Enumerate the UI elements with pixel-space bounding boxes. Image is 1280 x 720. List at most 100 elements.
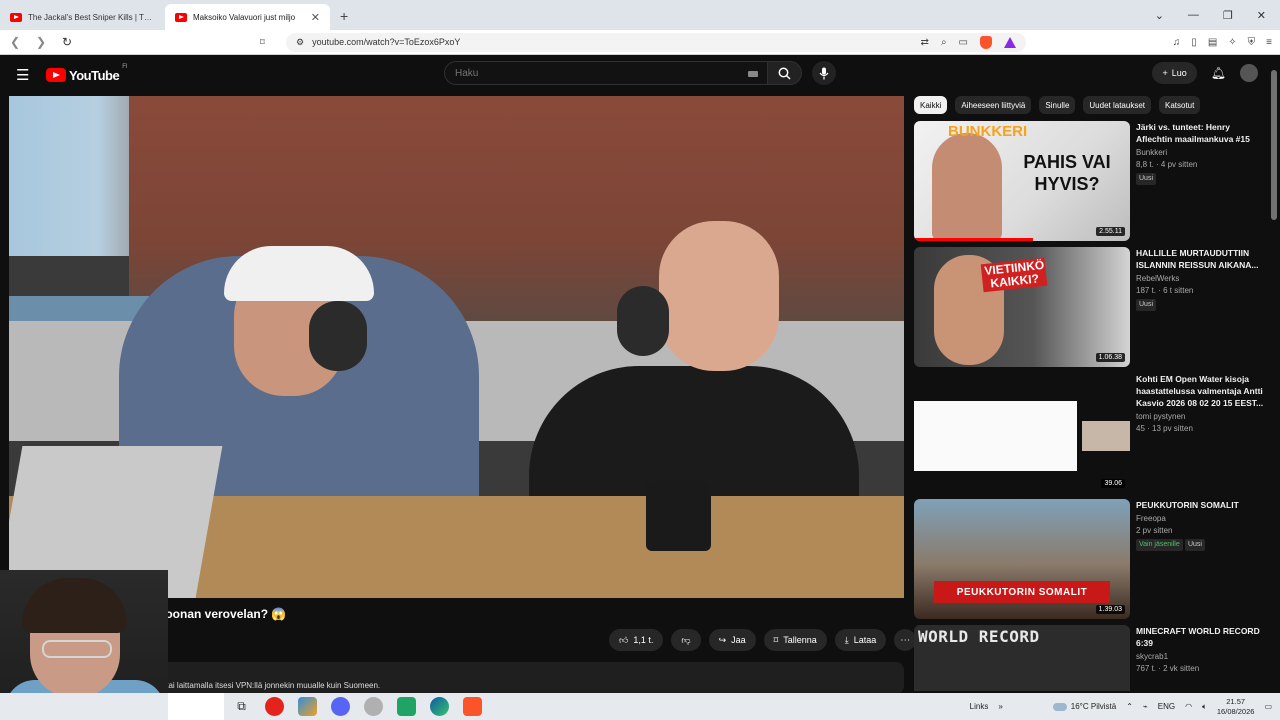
links-toolbar[interactable]: Links <box>970 702 989 711</box>
minimize-button[interactable]: — <box>1188 9 1199 22</box>
spreadsheet-icon[interactable] <box>397 697 416 716</box>
site-info-icon[interactable]: ⚙ <box>296 37 304 48</box>
recommendation-channel[interactable]: Freeopa <box>1136 513 1266 525</box>
video-thumbnail[interactable]: PEUKKUTORIN SOMALIT 1.39.03 <box>914 499 1130 619</box>
dislike-button[interactable]: 👎︎ <box>671 629 701 651</box>
recommendation-info: HALLILLE MURTAUDUTTIIN ISLANNIN REISSUN … <box>1136 247 1266 373</box>
media-icon[interactable]: ♫ <box>1173 37 1181 48</box>
bookmark-icon[interactable]: ⌑ <box>260 37 265 48</box>
description-meta: sitten <box>120 666 894 679</box>
recommendation-title[interactable]: PEUKKUTORIN SOMALIT <box>1136 499 1266 511</box>
taskbar-search[interactable] <box>168 693 224 720</box>
brave-shield-icon[interactable] <box>980 35 992 49</box>
network-icon[interactable]: ⌁ <box>1143 702 1148 711</box>
recommendation-item[interactable]: 39.06 Kohti EM Open Water kisoja haastat… <box>914 373 1270 499</box>
cast-icon[interactable]: ▭ <box>959 37 968 48</box>
recommendation-item[interactable]: WORLD RECORD MINECRAFT WORLD RECORD 6:39… <box>914 625 1270 691</box>
task-view-icon[interactable]: ⧉ <box>232 697 251 716</box>
recommendation-item[interactable]: PEUKKUTORIN SOMALIT 1.39.03 PEUKKUTORIN … <box>914 499 1270 625</box>
search-button[interactable] <box>768 61 802 85</box>
notification-center-icon[interactable]: ▭ <box>1264 702 1272 711</box>
recommendation-item[interactable]: VIETIINKÖ KAIKKI? 1.06.38 HALLILLE MURTA… <box>914 247 1270 373</box>
page-scrollbar[interactable] <box>1270 60 1278 692</box>
discord-icon[interactable] <box>331 697 350 716</box>
search-input[interactable] <box>444 61 768 85</box>
recommendation-title[interactable]: Kohti EM Open Water kisoja haastatteluss… <box>1136 373 1266 409</box>
avatar[interactable] <box>1240 64 1258 82</box>
reload-icon[interactable]: ↻ <box>60 35 74 49</box>
voice-search-button[interactable] <box>812 61 836 85</box>
recommendation-filter-chips: Kaikki Aiheeseen liittyviä Sinulle Uudet… <box>914 96 1201 114</box>
chip-watched[interactable]: Katsotut <box>1159 96 1201 114</box>
like-button[interactable]: 👍︎ 1,1 t. <box>609 629 664 651</box>
browser-tab-2[interactable]: Maksoiko Valavuori just miljo ✕ <box>165 4 330 30</box>
system-tray: Links » 16°C Pilvistä ⌃ ⌁ ENG ◠ 🔈︎ 21.57… <box>970 693 1272 720</box>
back-arrow-icon[interactable]: ❮ <box>8 35 22 49</box>
vpn-icon[interactable]: ⛨ <box>1248 37 1256 48</box>
video-thumbnail[interactable]: BUNKKERI PAHIS VAI HYVIS? 2.55.11 <box>914 121 1130 241</box>
close-tab-icon[interactable]: ✕ <box>311 11 320 24</box>
youtube-favicon-icon <box>175 12 187 22</box>
video-thumbnail[interactable]: 39.06 <box>914 373 1130 493</box>
share-button[interactable]: ↪ Jaa <box>708 629 756 651</box>
browser-tab-1[interactable]: The Jackal's Best Sniper Kills | The Do <box>0 4 165 30</box>
wifi-icon[interactable]: ◠ <box>1185 702 1192 711</box>
edge-icon[interactable] <box>430 697 449 716</box>
chip-new-uploads[interactable]: Uudet lataukset <box>1083 96 1151 114</box>
app-icon[interactable] <box>364 697 383 716</box>
scrollbar-thumb[interactable] <box>1271 70 1277 220</box>
video-thumbnail[interactable]: WORLD RECORD <box>914 625 1130 691</box>
recommendation-title[interactable]: HALLILLE MURTAUDUTTIIN ISLANNIN REISSUN … <box>1136 247 1266 271</box>
more-actions-button[interactable]: ⋯ <box>894 629 917 651</box>
create-button[interactable]: + Luo <box>1152 62 1197 84</box>
recommendation-channel[interactable]: skycrab1 <box>1136 651 1266 663</box>
youtube-header: ☰ YouTube FI + Luo 🔔︎ <box>0 55 1280 95</box>
clock[interactable]: 21.57 16/08/2026 <box>1217 697 1255 717</box>
new-tab-button[interactable]: + <box>330 8 358 24</box>
brave-rewards-icon[interactable] <box>1004 36 1016 48</box>
thumbs-down-icon: 👎︎ <box>681 634 691 645</box>
chevron-right-icon[interactable]: » <box>998 702 1002 711</box>
forward-arrow-icon[interactable]: ❯ <box>34 35 48 49</box>
chevron-down-icon[interactable]: ⌄ <box>1155 9 1164 22</box>
chip-for-you[interactable]: Sinulle <box>1039 96 1076 114</box>
brave-icon[interactable] <box>463 697 482 716</box>
menu-icon[interactable]: ≡ <box>1266 37 1272 48</box>
ai-icon[interactable]: ✧ <box>1228 37 1236 48</box>
zoom-icon[interactable]: ⌕ <box>941 37 947 48</box>
recommendation-title[interactable]: MINECRAFT WORLD RECORD 6:39 <box>1136 625 1266 649</box>
url-field[interactable]: ⌑ ⚙ youtube.com/watch?v=ToEzox6PxoY ⇄ ⌕ … <box>260 32 1026 52</box>
hamburger-menu-icon[interactable]: ☰ <box>16 66 36 84</box>
recommendation-channel[interactable]: RebelWerks <box>1136 273 1266 285</box>
recommendation-channel[interactable]: Bunkkeri <box>1136 147 1266 159</box>
recommendation-item[interactable]: BUNKKERI PAHIS VAI HYVIS? 2.55.11 Järki … <box>914 121 1270 247</box>
weather-widget[interactable]: 16°C Pilvistä <box>1052 702 1116 711</box>
microphone-icon <box>819 67 829 79</box>
description-box[interactable]: sitten n Spotifysta, tai laittamalla its… <box>110 662 904 694</box>
thumbnail-text: PAHIS VAI HYVIS? <box>1023 152 1111 194</box>
restore-button[interactable]: ❐ <box>1223 9 1233 22</box>
download-button[interactable]: ⤓ Lataa <box>834 629 887 651</box>
chip-related[interactable]: Aiheeseen liittyviä <box>955 96 1032 114</box>
language-indicator[interactable]: ENG <box>1158 702 1175 711</box>
translate-icon[interactable]: ⇄ <box>921 37 929 48</box>
recommendation-title[interactable]: Järki vs. tunteet: Henry Aflechtin maail… <box>1136 121 1266 145</box>
wallet-icon[interactable]: ▤ <box>1208 37 1217 48</box>
chip-all[interactable]: Kaikki <box>914 96 948 114</box>
opera-icon[interactable] <box>265 697 284 716</box>
youtube-logo-icon <box>46 68 66 82</box>
volume-icon[interactable]: 🔈︎ <box>1202 702 1207 712</box>
video-thumbnail[interactable]: VIETIINKÖ KAIKKI? 1.06.38 <box>914 247 1130 367</box>
keyboard-icon[interactable] <box>748 71 758 77</box>
save-button[interactable]: ⌑ Tallenna <box>763 629 827 651</box>
window-controls: ⌄ — ❐ ✕ <box>1155 9 1280 22</box>
thumbnail-webcam <box>1082 421 1130 451</box>
video-player[interactable] <box>9 96 904 598</box>
close-window-button[interactable]: ✕ <box>1257 9 1266 22</box>
notifications-bell-icon[interactable]: 🔔︎ <box>1211 66 1226 80</box>
chevron-up-icon[interactable]: ⌃ <box>1126 702 1133 711</box>
photos-icon[interactable] <box>298 697 317 716</box>
recommendation-channel[interactable]: tomi pystynen <box>1136 411 1266 423</box>
sidebar-icon[interactable]: ▯ <box>1191 37 1197 48</box>
youtube-logo[interactable]: YouTube FI <box>46 64 128 83</box>
